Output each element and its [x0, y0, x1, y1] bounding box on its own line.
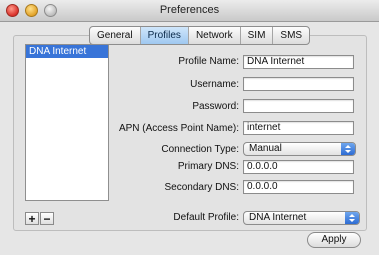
select-arrows-icon [345, 212, 359, 224]
select-arrows-icon [341, 143, 355, 155]
apn-label: APN (Access Point Name): [118, 123, 239, 134]
add-profile-button[interactable]: + [25, 212, 39, 225]
password-label: Password: [192, 101, 239, 112]
primary-dns-label: Primary DNS: [177, 161, 239, 172]
username-label: Username: [190, 79, 239, 90]
connection-type-value: Manual [249, 143, 282, 154]
tab-profiles[interactable]: Profiles [140, 27, 189, 44]
default-profile-label: Default Profile: [173, 212, 239, 223]
tab-bar: General Profiles Network SIM SMS [89, 26, 311, 45]
tab-sim[interactable]: SIM [241, 27, 274, 44]
title-bar: Preferences [0, 0, 379, 22]
tab-sms[interactable]: SMS [273, 27, 309, 44]
profile-list-item[interactable]: DNA Internet [26, 45, 108, 58]
apply-button[interactable]: Apply [307, 232, 361, 248]
default-profile-select[interactable]: DNA Internet [243, 211, 360, 225]
tab-network[interactable]: Network [189, 27, 241, 44]
primary-dns-field[interactable]: 0.0.0.0 [243, 160, 354, 174]
profile-list[interactable]: DNA Internet [25, 44, 109, 201]
password-field[interactable] [243, 99, 354, 113]
profile-name-field[interactable]: DNA Internet [243, 55, 354, 69]
apn-field[interactable]: internet [243, 121, 354, 135]
window-title: Preferences [159, 4, 220, 16]
secondary-dns-field[interactable]: 0.0.0.0 [243, 180, 354, 194]
remove-profile-button[interactable]: − [40, 212, 54, 225]
username-field[interactable] [243, 77, 354, 91]
secondary-dns-label: Secondary DNS: [164, 182, 239, 193]
profile-name-label: Profile Name: [178, 56, 239, 67]
tab-general[interactable]: General [90, 27, 141, 44]
default-profile-value: DNA Internet [249, 212, 307, 223]
connection-type-label: Connection Type: [161, 144, 239, 155]
connection-type-select[interactable]: Manual [243, 142, 356, 156]
